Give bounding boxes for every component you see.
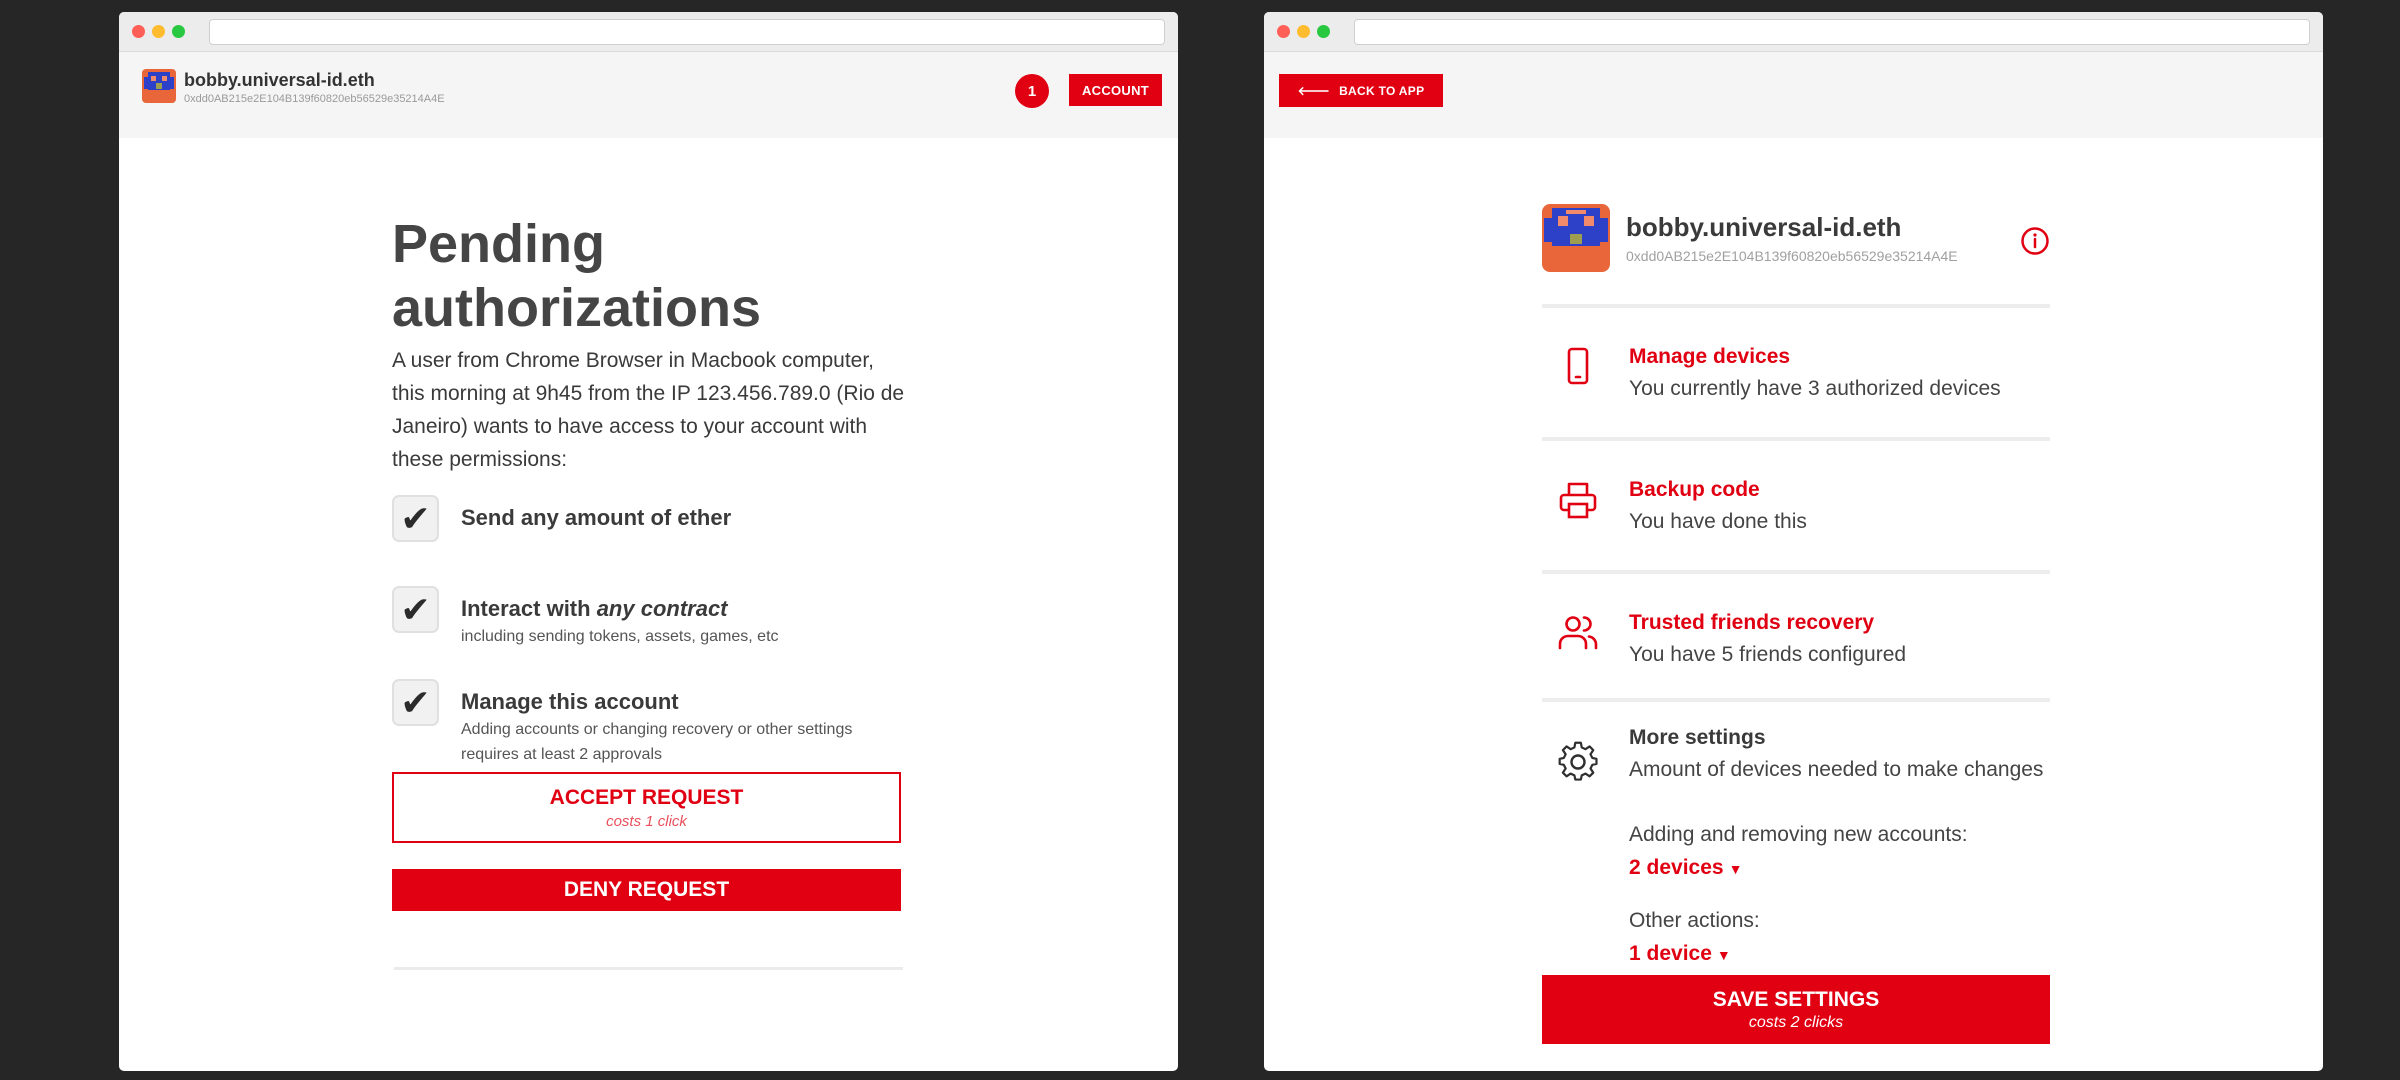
permission-title: Manage this account	[461, 689, 679, 714]
address-bar[interactable]	[1354, 19, 2310, 45]
browser-titlebar	[1264, 12, 2323, 52]
accept-request-label: ACCEPT REQUEST	[549, 785, 744, 809]
backup-code-item[interactable]: Backup code You have done this	[1542, 478, 2050, 548]
setting-description: Amount of devices needed to make changes	[1629, 758, 2044, 781]
permission-description: Adding accounts or changing recovery or …	[461, 721, 853, 763]
caret-down-icon: ▼	[1728, 861, 1743, 877]
account-profile: bobby.universal-id.eth 0xdd0AB215e2E104B…	[1542, 204, 2050, 276]
save-settings-button[interactable]: SAVE SETTINGS costs 2 clicks	[1542, 975, 2050, 1044]
address-bar[interactable]	[209, 19, 1165, 45]
printer-icon	[1559, 482, 1597, 519]
permission-checkbox[interactable]: ✔	[392, 586, 439, 633]
divider	[1542, 304, 2050, 308]
arrow-left-icon: 🡐	[1297, 84, 1331, 98]
maximize-window-button[interactable]	[1317, 25, 1330, 38]
permission-checkbox[interactable]: ✔	[392, 495, 439, 542]
manage-devices-item[interactable]: Manage devices You currently have 3 auth…	[1542, 345, 2050, 415]
back-to-app-button[interactable]: 🡐 BACK TO APP	[1279, 74, 1443, 107]
close-window-button[interactable]	[1277, 25, 1290, 38]
maximize-window-button[interactable]	[172, 25, 185, 38]
notification-badge[interactable]: 1	[1015, 74, 1049, 108]
minimize-window-button[interactable]	[1297, 25, 1310, 38]
permission-description: including sending tokens, assets, games,…	[461, 628, 779, 645]
account-button[interactable]: ACCOUNT	[1069, 74, 1162, 106]
checkmark-icon: ✔	[400, 681, 431, 723]
permission-title-text: Interact with	[461, 596, 597, 621]
accounts-approval-value: 2 devices	[1629, 856, 1724, 879]
browser-window-right: 🡐 BACK TO APP bobby.universal-id.eth 0xd…	[1264, 12, 2323, 1071]
other-actions-value: 1 device	[1629, 942, 1712, 965]
account-address: 0xdd0AB215e2E104B139f60820eb56529e35214A…	[184, 93, 445, 105]
checkmark-icon: ✔	[400, 497, 431, 539]
browser-titlebar	[119, 12, 1178, 52]
setting-title: Backup code	[1629, 478, 1760, 501]
browser-window-left: bobby.universal-id.eth 0xdd0AB215e2E104B…	[119, 12, 1178, 1071]
checkmark-icon: ✔	[400, 588, 431, 630]
save-settings-label: SAVE SETTINGS	[1712, 987, 1880, 1011]
save-settings-cost: costs 2 clicks	[1748, 1013, 1844, 1031]
accept-request-button[interactable]: ACCEPT REQUEST costs 1 click	[392, 772, 901, 843]
other-actions-label: Other actions:	[1629, 909, 1760, 932]
close-window-button[interactable]	[132, 25, 145, 38]
phone-icon	[1567, 347, 1589, 385]
setting-title: Trusted friends recovery	[1629, 611, 1875, 634]
accept-request-cost: costs 1 click	[606, 812, 687, 830]
setting-title: Manage devices	[1629, 345, 1791, 368]
setting-description: You currently have 3 authorized devices	[1629, 377, 2001, 400]
permission-title: Interact with any contract	[461, 596, 728, 622]
more-settings-section: More settings Amount of devices needed t…	[1542, 726, 2050, 966]
request-description: A user from Chrome Browser in Macbook co…	[392, 349, 905, 471]
divider	[1542, 698, 2050, 702]
divider	[1542, 570, 2050, 574]
trusted-friends-item[interactable]: Trusted friends recovery You have 5 frie…	[1542, 611, 2050, 681]
back-to-app-label: BACK TO APP	[1339, 83, 1425, 98]
gear-icon	[1558, 741, 1598, 781]
divider	[394, 967, 903, 970]
info-icon[interactable]	[2020, 226, 2050, 256]
avatar	[142, 69, 176, 103]
permission-title-emphasis: any contract	[596, 596, 728, 621]
setting-description: You have done this	[1629, 510, 1807, 533]
deny-request-button[interactable]: DENY REQUEST	[392, 869, 901, 911]
account-address: 0xdd0AB215e2E104B139f60820eb56529e35214A…	[1626, 248, 1958, 264]
account-name: bobby.universal-id.eth	[184, 70, 375, 90]
minimize-window-button[interactable]	[152, 25, 165, 38]
avatar	[1542, 204, 1610, 272]
app-header: 🡐 BACK TO APP	[1264, 52, 2323, 138]
other-actions-select[interactable]: 1 device ▼	[1629, 942, 1731, 966]
permission-checkbox[interactable]: ✔	[392, 679, 439, 726]
setting-description: You have 5 friends configured	[1629, 643, 1907, 666]
account-name: bobby.universal-id.eth	[1626, 212, 1902, 242]
accounts-approval-label: Adding and removing new accounts:	[1629, 823, 1968, 846]
setting-title: More settings	[1629, 726, 1766, 749]
page-title: Pending authorizations	[392, 214, 762, 338]
caret-down-icon: ▼	[1716, 947, 1731, 963]
accounts-approval-select[interactable]: 2 devices ▼	[1629, 856, 1742, 880]
permission-title: Send any amount of ether	[461, 505, 732, 530]
users-icon	[1558, 616, 1598, 650]
divider	[1542, 437, 2050, 441]
app-header: bobby.universal-id.eth 0xdd0AB215e2E104B…	[119, 52, 1178, 138]
